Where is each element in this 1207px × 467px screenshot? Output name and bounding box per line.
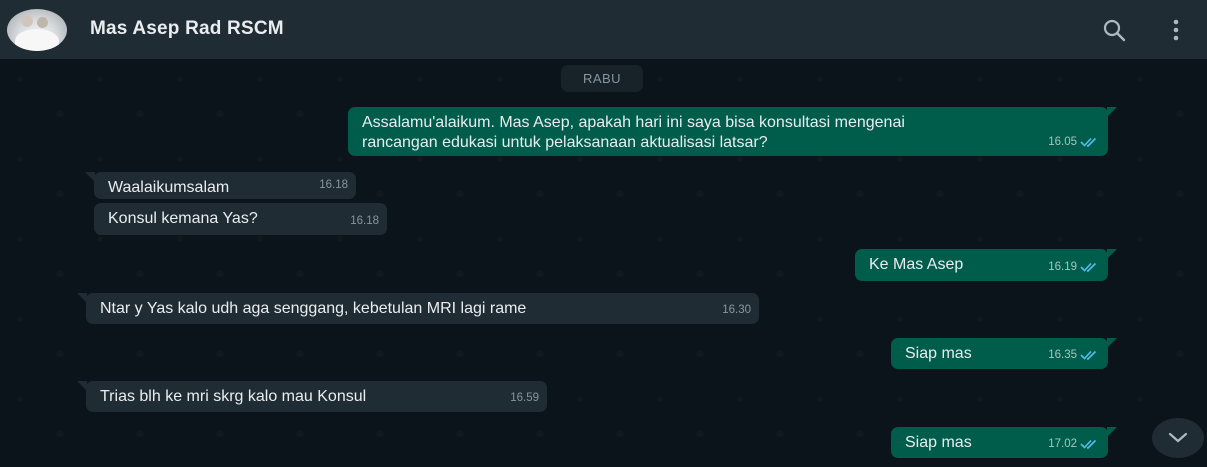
message-meta: 16.18 <box>350 211 379 231</box>
contact-avatar[interactable] <box>7 9 67 51</box>
message-meta: 16.19 <box>1048 257 1100 277</box>
message-time: 16.35 <box>1048 349 1077 361</box>
read-receipt-icon <box>1080 350 1097 360</box>
message-time: 16.59 <box>510 392 539 404</box>
read-receipt-icon <box>1080 262 1097 272</box>
day-label: RABU <box>561 65 643 92</box>
message-bubble[interactable]: Trias blh ke mri skrg kalo mau Konsul 16… <box>77 381 547 412</box>
message-meta: 16.35 <box>1048 345 1100 365</box>
message-text: Trias blh ke mri skrg kalo mau Konsul <box>100 388 367 405</box>
message-bubble[interactable]: Siap mas 17.02 <box>891 427 1117 458</box>
scroll-to-bottom-button[interactable] <box>1152 418 1204 458</box>
message-meta: 16.18 <box>319 175 348 195</box>
read-receipt-icon <box>1080 439 1097 449</box>
message-time: 17.02 <box>1048 438 1077 450</box>
message-bubble[interactable]: Ntar y Yas kalo udh aga senggang, kebetu… <box>77 293 759 324</box>
message-text: Konsul kemana Yas? <box>108 210 258 227</box>
message-time: 16.30 <box>722 304 751 316</box>
message-meta: 16.30 <box>722 300 751 320</box>
avatar-figure <box>37 17 48 28</box>
message-text: Ntar y Yas kalo udh aga senggang, kebetu… <box>100 300 527 317</box>
menu-icon[interactable] <box>1162 16 1190 44</box>
chat-area[interactable]: RABU Assalamu'alaikum. Mas Asep, apakah … <box>0 59 1207 467</box>
avatar-figure <box>15 29 59 51</box>
message-time: 16.18 <box>350 215 379 227</box>
message-bubble[interactable]: Waalaikumsalam 16.18 <box>85 172 356 199</box>
message-text: Waalaikumsalam <box>108 179 230 196</box>
contact-name[interactable]: Mas Asep Rad RSCM <box>90 18 284 40</box>
message-meta: 17.02 <box>1048 434 1100 454</box>
message-bubble[interactable]: Konsul kemana Yas? 16.18 <box>94 203 387 235</box>
avatar-figure <box>21 15 33 27</box>
message-meta: 16.59 <box>510 388 539 408</box>
message-meta: 16.05 <box>1048 132 1100 152</box>
message-bubble[interactable]: Siap mas 16.35 <box>891 338 1117 369</box>
message-time: 16.05 <box>1048 136 1077 148</box>
read-receipt-icon <box>1080 137 1097 147</box>
message-time: 16.19 <box>1048 261 1077 273</box>
chat-header: Mas Asep Rad RSCM <box>0 0 1207 59</box>
message-text: Assalamu'alaikum. Mas Asep, apakah hari … <box>362 114 905 131</box>
message-bubble[interactable]: Ke Mas Asep 16.19 <box>855 249 1117 281</box>
message-time: 16.18 <box>319 179 348 191</box>
chevron-down-icon <box>1168 432 1188 443</box>
message-bubble[interactable]: Assalamu'alaikum. Mas Asep, apakah hari … <box>348 107 1117 156</box>
message-text: rancangan edukasi untuk pelaksanaan aktu… <box>362 134 768 151</box>
search-icon[interactable] <box>1100 16 1128 44</box>
